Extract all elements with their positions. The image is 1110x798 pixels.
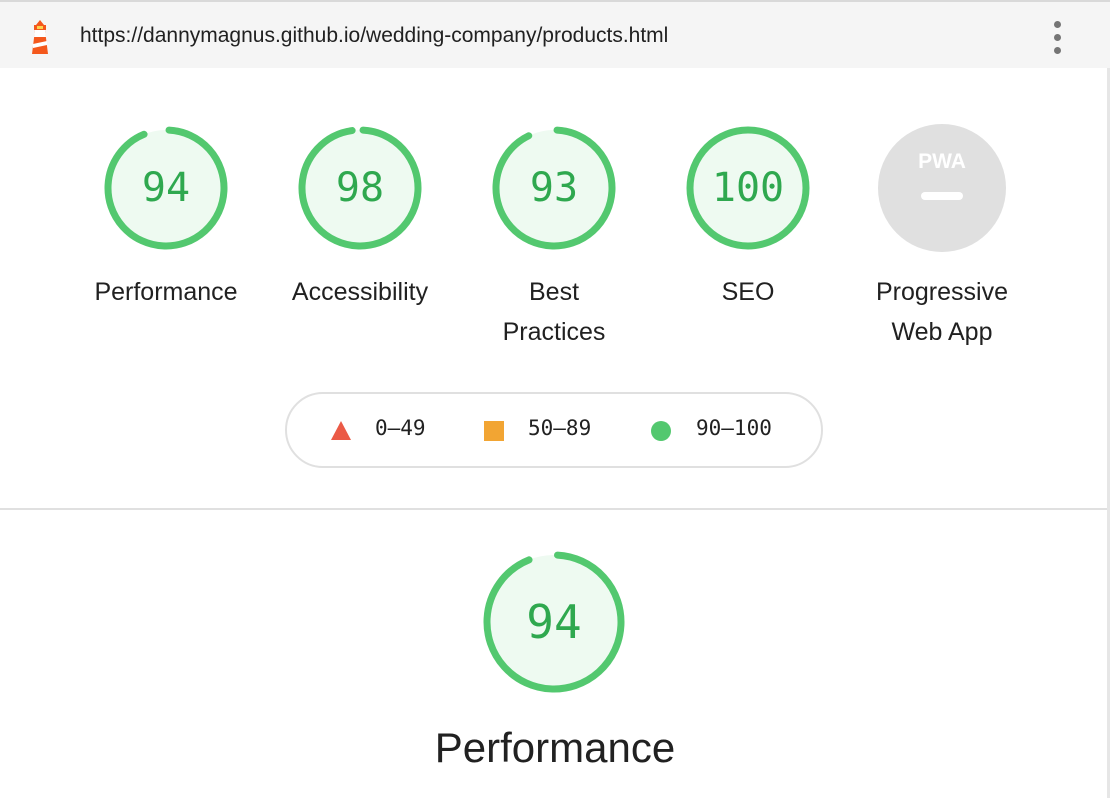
best-practices-gauge[interactable]: 93	[489, 123, 619, 253]
performance-detail-score: 94	[526, 595, 582, 649]
svg-text:PWA: PWA	[918, 150, 966, 173]
legend-average-range: 50–89	[528, 416, 592, 440]
seo-gauge[interactable]: 100	[683, 123, 813, 253]
legend-fail-range: 0–49	[375, 416, 426, 440]
accessibility-label[interactable]: Accessibility	[270, 272, 450, 312]
pwa-label-line2: Web App	[891, 318, 993, 346]
pass-circle-icon	[651, 421, 671, 441]
score-legend: 0–49 50–89 90–100	[285, 392, 823, 468]
performance-section-title: Performance	[434, 724, 676, 771]
accessibility-score: 98	[335, 165, 385, 211]
best-practices-label-line2: Practices	[502, 318, 606, 346]
url-bar: https://dannymagnus.github.io/wedding-co…	[0, 0, 1110, 68]
seo-label[interactable]: SEO	[658, 272, 838, 312]
best-practices-label-line1: Best	[528, 278, 580, 306]
performance-detail-gauge: 94	[481, 549, 627, 695]
section-divider	[0, 508, 1107, 510]
average-square-icon	[484, 421, 504, 441]
pwa-label-line1: Progressive	[876, 278, 1008, 306]
pwa-gauge[interactable]: PWA	[877, 123, 1007, 253]
best-practices-score: 93	[529, 165, 579, 211]
performance-score: 94	[141, 165, 191, 211]
best-practices-label[interactable]: Best Practices	[464, 272, 644, 352]
pwa-badge-icon: PWA	[878, 124, 1006, 252]
legend-pass-range: 90–100	[696, 416, 772, 440]
lighthouse-icon	[32, 20, 48, 54]
fail-triangle-icon	[331, 421, 351, 440]
more-vertical-icon[interactable]	[1048, 18, 1068, 58]
page-url[interactable]: https://dannymagnus.github.io/wedding-co…	[80, 24, 668, 48]
seo-score: 100	[711, 165, 785, 211]
performance-label[interactable]: Performance	[76, 272, 256, 312]
pwa-label[interactable]: Progressive Web App	[852, 272, 1032, 352]
performance-gauge[interactable]: 94	[101, 123, 231, 253]
accessibility-gauge[interactable]: 98	[295, 123, 425, 253]
